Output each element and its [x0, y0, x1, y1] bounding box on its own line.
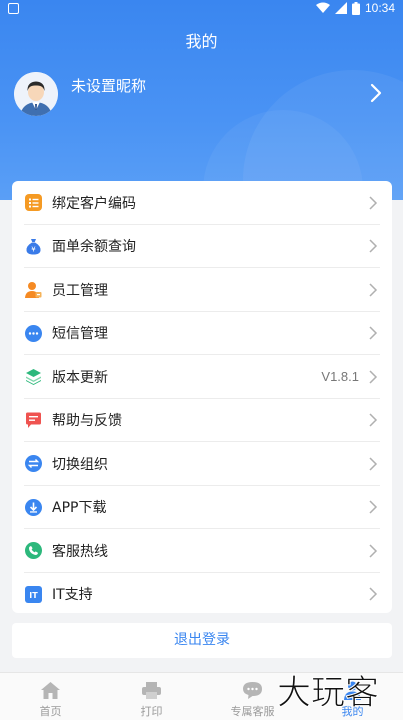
logout-button[interactable]: 退出登录 — [12, 623, 392, 658]
chevron-right-icon — [369, 283, 378, 297]
menu-item-it-support[interactable]: IT IT支持 — [12, 573, 392, 614]
menu-item-label: IT支持 — [52, 587, 93, 604]
nickname-label: 未设置昵称 — [71, 77, 147, 95]
menu-item-help-feedback[interactable]: 帮助与反馈 — [12, 399, 392, 442]
chevron-right-icon — [369, 544, 378, 558]
chevron-right-icon — [369, 239, 378, 253]
chevron-right-icon — [369, 413, 378, 427]
watermark-text: 大玩客 — [277, 673, 379, 713]
settings-menu-card: 绑定客户编码 ¥ 面单余额查询 员工管理 短信管理 版本更新 V1.8.1 帮助… — [12, 181, 392, 613]
tab-print[interactable]: 打印 — [101, 673, 202, 720]
menu-item-app-download[interactable]: APP下载 — [12, 486, 392, 529]
chevron-right-icon — [369, 500, 378, 514]
chevron-right-icon — [369, 196, 378, 210]
menu-item-label: 面单余额查询 — [52, 239, 136, 256]
menu-item-label: 绑定客户编码 — [52, 195, 136, 212]
menu-item-version-update[interactable]: 版本更新 V1.8.1 — [12, 355, 392, 399]
signal-icon — [334, 2, 347, 14]
menu-item-service-hotline[interactable]: 客服热线 — [12, 529, 392, 573]
layers-icon — [26, 369, 41, 386]
printer-icon — [142, 682, 161, 699]
svg-text:¥: ¥ — [31, 245, 36, 253]
menu-item-label: 短信管理 — [52, 326, 108, 343]
notification-icon — [8, 3, 19, 14]
chevron-right-icon — [370, 83, 382, 103]
chevron-right-icon — [369, 326, 378, 340]
chevron-right-icon — [369, 370, 378, 384]
it-badge-icon: IT — [25, 585, 42, 603]
chevron-right-icon — [369, 587, 378, 601]
staff-person-icon — [25, 282, 42, 299]
version-number: V1.8.1 — [321, 369, 359, 385]
phone-icon — [25, 542, 42, 560]
battery-icon — [351, 1, 360, 15]
menu-item-label: 版本更新 — [52, 369, 108, 386]
chevron-right-icon — [369, 457, 378, 471]
feedback-icon — [26, 412, 41, 428]
menu-item-waybill-balance[interactable]: ¥ 面单余额查询 — [12, 225, 392, 268]
avatar[interactable] — [14, 72, 58, 116]
tab-label: 打印 — [140, 705, 163, 718]
switch-arrows-icon — [25, 455, 42, 473]
menu-item-label: 客服热线 — [52, 543, 108, 560]
status-bar: 10:34 — [0, 0, 403, 18]
watermark-logo: 大玩客 — [277, 673, 380, 714]
message-dots-icon — [25, 324, 42, 342]
svg-text:IT: IT — [29, 591, 38, 600]
profile-row[interactable]: 未设置昵称 — [14, 72, 393, 118]
status-time: 10:34 — [364, 1, 395, 15]
avatar-person-icon — [14, 72, 58, 116]
menu-item-bind-customer-code[interactable]: 绑定客户编码 — [12, 181, 392, 225]
chat-bubble-icon — [243, 682, 262, 699]
download-icon — [25, 498, 42, 516]
menu-item-switch-organization[interactable]: 切换组织 — [12, 442, 392, 486]
money-bag-icon: ¥ — [26, 238, 41, 255]
tab-home[interactable]: 首页 — [0, 673, 101, 720]
clipboard-list-icon — [25, 194, 42, 212]
menu-item-label: 切换组织 — [52, 456, 108, 473]
menu-item-label: APP下载 — [52, 500, 107, 517]
tab-label: 首页 — [39, 705, 62, 718]
home-icon — [41, 682, 60, 699]
menu-item-label: 员工管理 — [52, 282, 108, 299]
wifi-icon — [315, 2, 330, 13]
menu-item-sms-management[interactable]: 短信管理 — [12, 312, 392, 355]
menu-item-label: 帮助与反馈 — [52, 413, 122, 430]
page-title: 我的 — [185, 32, 218, 51]
menu-item-staff-management[interactable]: 员工管理 — [12, 268, 392, 312]
